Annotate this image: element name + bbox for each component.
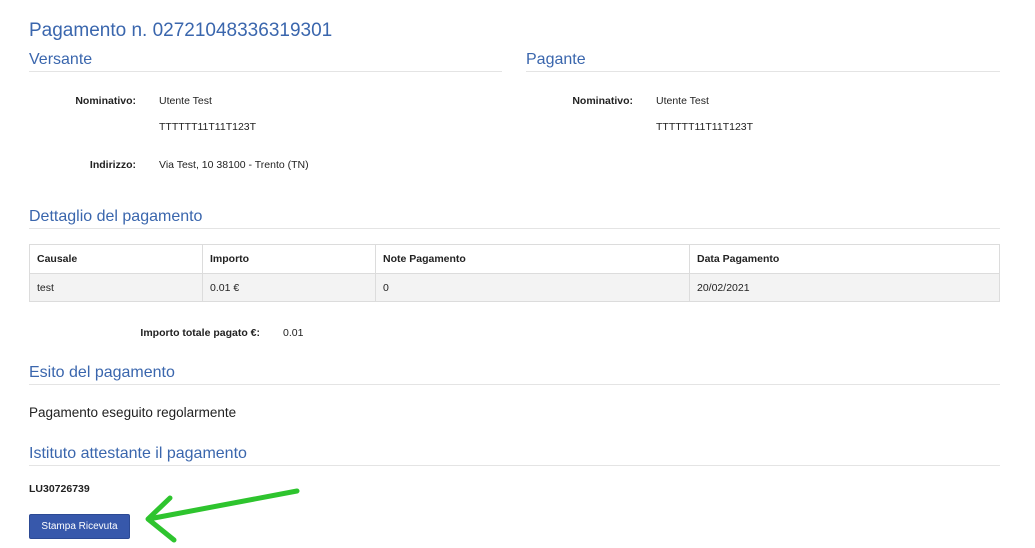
versante-codice-fiscale: TTTTTT11T11T123T <box>159 121 257 133</box>
esito-heading: Esito del pagamento <box>29 364 1000 385</box>
stampa-ricevuta-button[interactable]: Stampa Ricevuta <box>29 514 130 539</box>
totale-label: Importo totale pagato €: <box>140 327 260 339</box>
column-header-note: Note Pagamento <box>375 244 690 274</box>
payment-detail-table: Causale Importo Note Pagamento Data Paga… <box>29 244 1000 302</box>
versante-nominativo-value: Utente Test <box>159 95 212 107</box>
column-header-data: Data Pagamento <box>689 244 1000 274</box>
cell-causale: test <box>29 273 203 302</box>
pagante-nominativo-value: Utente Test <box>656 95 709 107</box>
versante-indirizzo-label: Indirizzo: <box>89 159 136 171</box>
table-header-row: Causale Importo Note Pagamento Data Paga… <box>29 244 1000 274</box>
pagante-codice-fiscale: TTTTTT11T11T123T <box>656 121 754 133</box>
versante-heading: Versante <box>29 51 502 72</box>
annotation-arrow-icon <box>145 488 300 543</box>
cell-data: 20/02/2021 <box>689 273 1000 302</box>
istituto-code: LU30726739 <box>29 483 90 495</box>
dettaglio-heading: Dettaglio del pagamento <box>29 208 1000 229</box>
table-row: test 0.01 € 0 20/02/2021 <box>29 273 1000 302</box>
column-header-importo: Importo <box>202 244 376 274</box>
column-header-causale: Causale <box>29 244 203 274</box>
pagante-nominativo-label: Nominativo: <box>572 95 633 107</box>
esito-text: Pagamento eseguito regolarmente <box>29 405 237 420</box>
totale-value: 0.01 <box>283 327 304 339</box>
pagante-heading: Pagante <box>526 51 1000 72</box>
cell-note: 0 <box>375 273 690 302</box>
cell-importo: 0.01 € <box>202 273 376 302</box>
versante-indirizzo-value: Via Test, 10 38100 - Trento (TN) <box>159 159 309 171</box>
istituto-heading: Istituto attestante il pagamento <box>29 445 1000 466</box>
page-title: Pagamento n. 02721048336319301 <box>29 20 333 41</box>
versante-nominativo-label: Nominativo: <box>75 95 136 107</box>
